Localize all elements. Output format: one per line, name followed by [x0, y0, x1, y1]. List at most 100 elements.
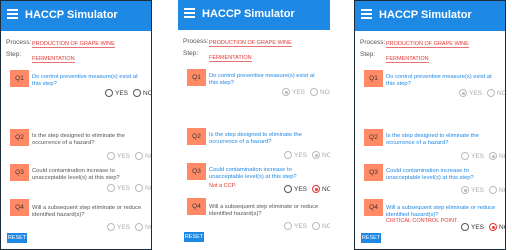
q2-no-radio[interactable] — [489, 152, 498, 160]
q4-no-label: NO — [145, 223, 151, 231]
q3-yes-radio[interactable] — [107, 184, 115, 192]
q2-no-radio[interactable] — [135, 152, 144, 160]
q3-no-label: NO — [145, 184, 151, 192]
q1-yes-label: YES — [469, 89, 483, 97]
q4-yes-radio[interactable] — [107, 223, 115, 231]
q4-text: Will a subsequent step eliminate or redu… — [386, 205, 496, 218]
q1-no-radio[interactable] — [310, 88, 319, 96]
result-not-ccp: Not a CCP. — [209, 183, 237, 189]
q4-no-label: NO — [499, 223, 505, 231]
app-title: HACCP Simulator — [379, 9, 472, 21]
q4-box: Q4 — [364, 199, 383, 216]
q4-no-label: NO — [322, 222, 330, 230]
q1-no-radio[interactable] — [487, 89, 496, 97]
menu-icon[interactable] — [7, 9, 18, 19]
q3-text: Could contamination increase to unaccept… — [386, 168, 474, 181]
q3-box: Q3 — [10, 164, 29, 181]
step-label: Step: — [6, 51, 22, 58]
q1-box: Q1 — [187, 69, 206, 86]
menu-icon[interactable] — [184, 8, 195, 18]
process-value[interactable]: PRODUCTION OF GRAPE WINE — [386, 41, 469, 48]
q2-box: Q2 — [10, 129, 29, 146]
reset-button[interactable]: RESET — [361, 233, 381, 243]
q2-no-label: NO — [145, 152, 151, 160]
q3-text: Could contamination increase to unaccept… — [209, 167, 297, 180]
q4-yes-label: YES — [471, 223, 485, 231]
q1-yes-radio[interactable] — [459, 89, 467, 97]
q2-box: Q2 — [364, 129, 383, 146]
q3-no-radio[interactable] — [489, 186, 498, 194]
q3-yes-label: YES — [294, 185, 308, 193]
app-bar: HACCP Simulator — [178, 0, 330, 30]
process-value[interactable]: PRODUCTION OF GRAPE WINE — [209, 40, 292, 47]
q1-yes-label: YES — [115, 89, 129, 97]
step-value[interactable]: FERMENTATION — [209, 55, 252, 62]
q3-no-label: NO — [499, 186, 505, 194]
q3-box: Q3 — [187, 163, 206, 180]
screen-2: HACCP Simulator Process: PRODUCTION OF G… — [178, 0, 330, 250]
q2-yes-radio[interactable] — [107, 152, 115, 160]
q3-box: Q3 — [364, 164, 383, 181]
q3-no-radio[interactable] — [312, 185, 321, 193]
q3-options: YES NO — [107, 183, 151, 193]
q1-no-label: NO — [320, 88, 330, 96]
q4-options: YES NO — [461, 222, 505, 232]
menu-icon[interactable] — [361, 9, 372, 19]
q1-yes-radio[interactable] — [105, 89, 113, 97]
q1-no-radio[interactable] — [133, 89, 142, 97]
q1-box: Q1 — [10, 70, 29, 87]
q2-yes-radio[interactable] — [461, 152, 469, 160]
q4-box: Q4 — [10, 199, 29, 216]
q1-options: YES NO — [282, 87, 330, 97]
q4-yes-label: YES — [117, 223, 131, 231]
q3-options: YES NO — [461, 185, 505, 195]
reset-button[interactable]: RESET — [7, 233, 27, 243]
reset-button[interactable]: RESET — [184, 232, 204, 242]
q4-options: YES NO — [107, 222, 151, 232]
q4-yes-radio[interactable] — [284, 222, 292, 230]
q4-no-radio[interactable] — [489, 223, 498, 231]
q3-yes-radio[interactable] — [284, 185, 292, 193]
q2-no-label: NO — [499, 152, 505, 160]
screen-1: HACCP Simulator Process: PRODUCTION OF G… — [0, 0, 152, 250]
q2-options: YES NO — [461, 151, 505, 161]
app-title: HACCP Simulator — [25, 9, 118, 21]
q1-no-label: NO — [497, 89, 506, 97]
q2-yes-label: YES — [117, 152, 131, 160]
q1-box: Q1 — [364, 70, 383, 87]
q4-yes-radio[interactable] — [461, 223, 469, 231]
q2-yes-label: YES — [294, 151, 308, 159]
q1-yes-radio[interactable] — [282, 88, 290, 96]
q3-yes-label: YES — [117, 184, 131, 192]
app-title: HACCP Simulator — [202, 8, 295, 20]
q2-no-label: NO — [322, 151, 330, 159]
q2-box: Q2 — [187, 128, 206, 145]
q4-no-radio[interactable] — [312, 222, 321, 230]
q3-no-radio[interactable] — [135, 184, 144, 192]
q1-options: YES NO — [459, 88, 506, 98]
step-value[interactable]: FERMENTATION — [386, 56, 429, 63]
app-bar: HACCP Simulator — [1, 1, 151, 31]
q4-text: Will a subsequent step eliminate or redu… — [209, 204, 319, 217]
q3-no-label: NO — [322, 185, 330, 193]
app-bar: HACCP Simulator — [355, 1, 505, 31]
q4-box: Q4 — [187, 198, 206, 215]
q3-yes-radio[interactable] — [461, 186, 469, 194]
result-ccp: CRITICAL CONTROL POINT. — [386, 218, 459, 224]
q1-text: Do control preventive measure(s) exist a… — [386, 74, 492, 87]
q2-options: YES NO — [107, 151, 151, 161]
q4-yes-label: YES — [294, 222, 308, 230]
step-value[interactable]: FERMENTATION — [32, 56, 75, 63]
q3-text: Could contamination increase to unaccept… — [32, 168, 120, 181]
screen-3: HACCP Simulator Process: PRODUCTION OF G… — [354, 0, 506, 250]
process-label: Process: — [183, 38, 209, 45]
q4-no-radio[interactable] — [135, 223, 144, 231]
q2-yes-radio[interactable] — [284, 151, 292, 159]
process-value[interactable]: PRODUCTION OF GRAPE WINE — [32, 41, 115, 48]
q2-options: YES NO — [284, 150, 330, 160]
q1-text: Do control preventive measure(s) exist a… — [209, 73, 315, 86]
q2-no-radio[interactable] — [312, 151, 321, 159]
q3-options: YES NO — [284, 184, 330, 194]
q1-text: Do control preventive measure(s) exist a… — [32, 74, 138, 87]
q1-yes-label: YES — [292, 88, 306, 96]
